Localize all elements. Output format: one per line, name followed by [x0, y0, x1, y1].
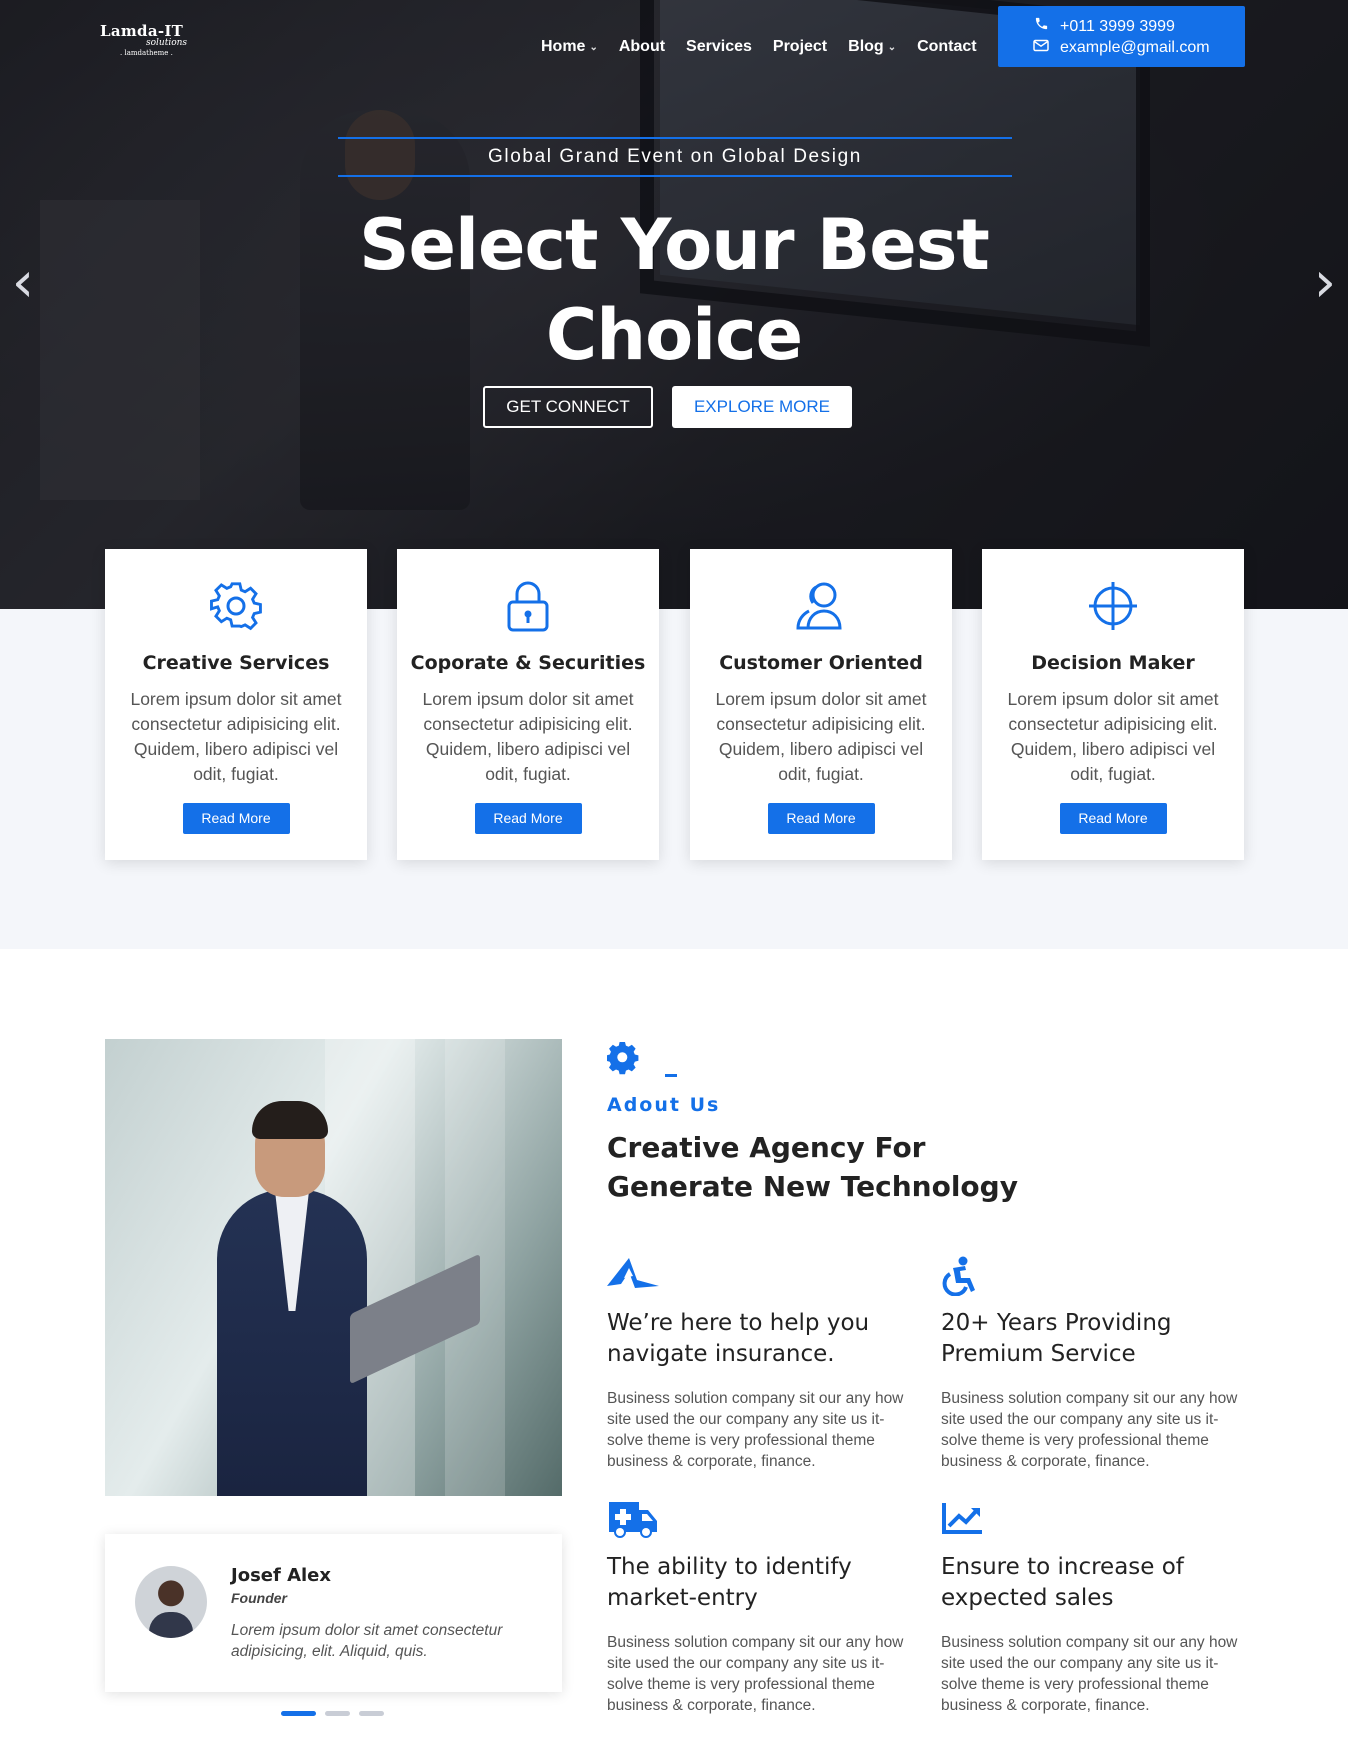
contact-box: +011 3999 3999 example@gmail.com [998, 6, 1245, 67]
testimonial-pager [281, 1711, 384, 1716]
about-feature-title: 20+ Years Providing Premium Service [941, 1310, 1172, 1367]
feature-desc: Lorem ipsum dolor sit amet consectetur a… [130, 689, 342, 784]
hero-title-line2: Choice [545, 294, 803, 376]
avatar [135, 1566, 207, 1638]
hero-tagline: Global Grand Event on Global Design [338, 137, 1012, 177]
logo-line3: . lamdatheme . [120, 49, 173, 57]
read-more-button[interactable]: Read More [182, 803, 290, 834]
read-more-button[interactable]: Read More [474, 803, 582, 834]
nav-item-label: Project [772, 38, 828, 55]
slider-prev-arrow-icon[interactable]: ‹ [8, 255, 38, 311]
feature-card: Coporate & Securities Lorem ipsum dolor … [397, 549, 659, 860]
pager-dot[interactable] [281, 1711, 316, 1716]
hero-section: Lamda-IT solutions . lamdatheme . Home ⌄ … [0, 0, 1348, 609]
nav-item-label: Services [686, 38, 752, 55]
about-feature-title: The ability to identify market-entry [607, 1554, 852, 1611]
read-more-button[interactable]: Read More [1059, 803, 1167, 834]
gear-icon [606, 1042, 677, 1083]
about-feature: 20+ Years Providing Premium Service Busi… [941, 1256, 1241, 1472]
avatar-suit [149, 1612, 193, 1638]
about-title: Creative Agency For Generate New Technol… [607, 1131, 1018, 1203]
lock-icon [397, 577, 659, 635]
about-feature-desc: Business solution company sit our any ho… [941, 1390, 1238, 1470]
feature-card: Creative Services Lorem ipsum dolor sit … [105, 549, 367, 860]
pager-dot[interactable] [359, 1711, 384, 1716]
nav-item-contact[interactable]: Contact [917, 38, 977, 56]
contact-email[interactable]: example@gmail.com [1032, 37, 1245, 58]
crosshair-icon [982, 577, 1244, 635]
about-feature-title: Ensure to increase of expected sales [941, 1554, 1184, 1611]
about-feature-title: We’re here to help you navigate insuranc… [607, 1310, 870, 1367]
contact-phone[interactable]: +011 3999 3999 [1032, 16, 1245, 37]
contact-email-text: example@gmail.com [1060, 39, 1210, 56]
read-more-button[interactable]: Read More [767, 803, 875, 834]
logo-line2: solutions [146, 38, 188, 48]
nav-item-label: Contact [917, 38, 977, 55]
about-feature-desc: Business solution company sit our any ho… [607, 1390, 904, 1470]
main-nav: Home ⌄ About Services Project Blog ⌄ Conta… [541, 38, 998, 56]
chart-line-icon [941, 1500, 1241, 1540]
about-feature: Ensure to increase of expected sales Bus… [941, 1500, 1241, 1716]
feature-card: Decision Maker Lorem ipsum dolor sit ame… [982, 549, 1244, 860]
hero-title-line1: Select Your Best [359, 204, 990, 286]
about-image-hair [252, 1101, 328, 1139]
get-connect-button[interactable]: GET CONNECT [483, 386, 653, 428]
feature-title: Customer Oriented [719, 652, 923, 674]
testimonial-name: Josef Alex [231, 1565, 332, 1586]
about-subtitle: Adout Us [607, 1094, 721, 1116]
nav-item-label: Home [541, 38, 586, 55]
nav-item-about[interactable]: About [619, 38, 665, 56]
feature-desc: Lorem ipsum dolor sit amet consectetur a… [422, 689, 634, 784]
hero-title: Select Your Best Choice [274, 200, 1074, 380]
page: Lamda-IT solutions . lamdatheme . Home ⌄ … [0, 0, 1348, 1755]
phone-icon [1032, 16, 1050, 37]
nav-item-home[interactable]: Home ⌄ [541, 38, 598, 56]
contact-phone-text: +011 3999 3999 [1060, 18, 1175, 35]
testimonial-role: Founder [231, 1590, 287, 1606]
nav-item-services[interactable]: Services [686, 38, 752, 56]
nav-item-blog[interactable]: Blog ⌄ [848, 38, 896, 56]
feature-title: Decision Maker [1031, 652, 1195, 674]
testimonial-quote: Lorem ipsum dolor sit amet consectetur a… [231, 1622, 503, 1660]
pager-dot[interactable] [325, 1711, 350, 1716]
testimonial-card: Josef Alex Founder Lorem ipsum dolor sit… [105, 1534, 562, 1692]
nav-item-label: Blog [848, 38, 884, 55]
chevron-down-icon: ⌄ [589, 41, 598, 53]
explore-more-button[interactable]: EXPLORE MORE [672, 386, 852, 428]
about-feature: We’re here to help you navigate insuranc… [607, 1256, 907, 1472]
users-icon [690, 577, 952, 635]
gear-icon [105, 577, 367, 635]
about-feature-desc: Business solution company sit our any ho… [607, 1634, 904, 1714]
slider-next-arrow-icon[interactable]: › [1310, 255, 1340, 311]
ambulance-icon [607, 1500, 907, 1540]
feature-card: Customer Oriented Lorem ipsum dolor sit … [690, 549, 952, 860]
about-image [105, 1039, 562, 1496]
logo[interactable]: Lamda-IT solutions . lamdatheme . [100, 22, 210, 68]
feature-desc: Lorem ipsum dolor sit amet consectetur a… [1007, 689, 1219, 784]
feature-title: Coporate & Securities [410, 652, 646, 674]
paper-plane-icon [607, 1256, 907, 1296]
accessibility-icon [941, 1256, 1241, 1297]
envelope-icon [1032, 37, 1050, 58]
chevron-down-icon: ⌄ [887, 41, 897, 53]
feature-desc: Lorem ipsum dolor sit amet consectetur a… [715, 689, 927, 784]
nav-item-label: About [618, 38, 666, 55]
nav-item-project[interactable]: Project [773, 38, 827, 56]
feature-title: Creative Services [142, 652, 330, 674]
about-feature: The ability to identify market-entry Bus… [607, 1500, 907, 1716]
about-feature-desc: Business solution company sit our any ho… [941, 1634, 1238, 1714]
